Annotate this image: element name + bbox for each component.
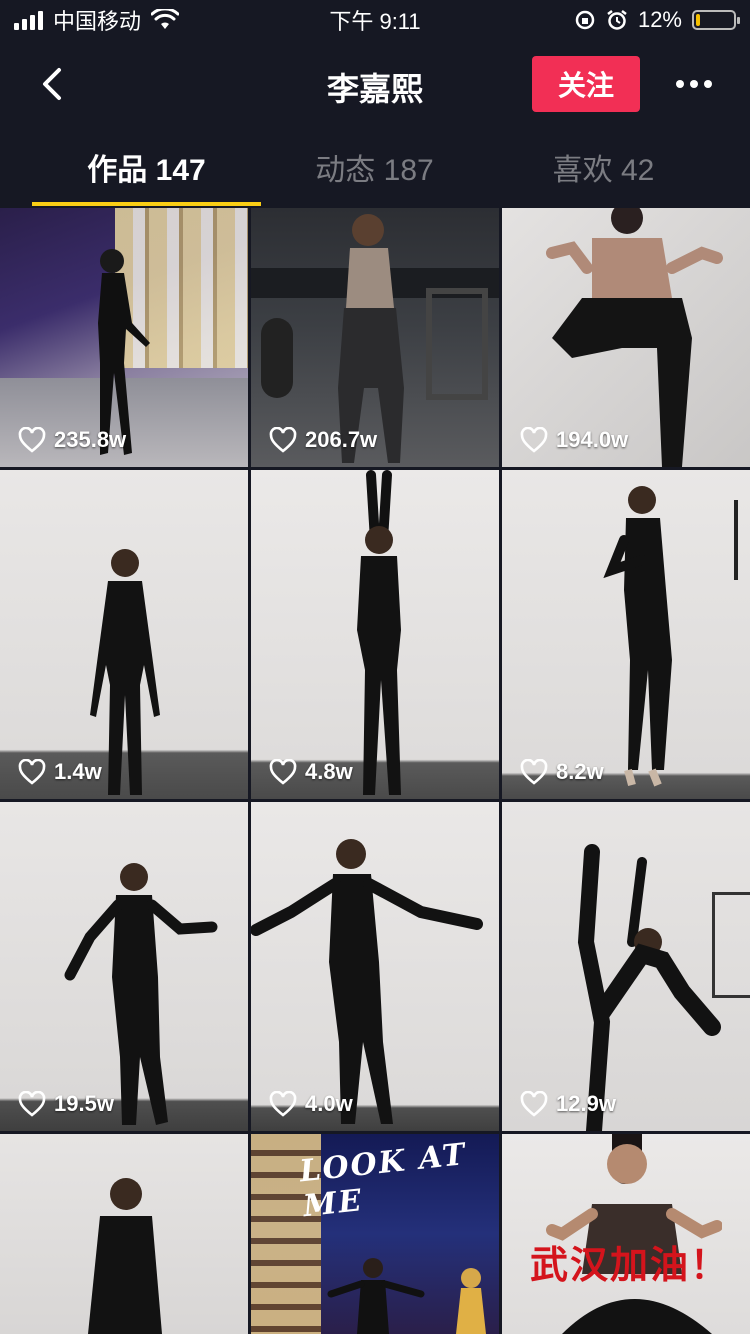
- heart-icon: [520, 759, 548, 785]
- tab-label: 喜欢 42: [552, 154, 655, 187]
- tab-likes[interactable]: 喜欢 42: [489, 128, 718, 206]
- heart-icon: [520, 427, 548, 453]
- like-count: 8.2w: [520, 759, 604, 785]
- like-count-text: 4.8w: [305, 759, 353, 784]
- heart-icon: [520, 1091, 548, 1117]
- tab-label: 作品 147: [87, 154, 206, 187]
- heart-icon: [18, 427, 46, 453]
- heart-icon: [18, 1091, 46, 1117]
- video-thumbnail[interactable]: 武汉加油！: [502, 1134, 750, 1334]
- like-count-text: 194.0w: [556, 427, 629, 452]
- carrier-label: 中国移动: [53, 9, 142, 34]
- follow-button[interactable]: 关注: [532, 56, 640, 112]
- video-thumbnail[interactable]: 8.2w: [502, 470, 750, 799]
- dancer-figure: [90, 549, 160, 795]
- chevron-left-icon: [43, 68, 61, 100]
- like-count: 4.8w: [269, 759, 353, 785]
- heart-icon: [269, 759, 297, 785]
- more-dot-icon: [704, 80, 712, 88]
- status-right: 12%: [574, 7, 740, 33]
- wifi-icon: [151, 9, 180, 29]
- tab-indicator: [32, 202, 261, 206]
- like-count-text: 1.4w: [54, 759, 102, 784]
- like-count: 19.5w: [18, 1091, 114, 1117]
- profile-tabs: 作品 147 动态 187 喜欢 42: [0, 128, 750, 208]
- like-count-text: 19.5w: [54, 1091, 114, 1116]
- like-count-text: 235.8w: [54, 427, 127, 452]
- more-button[interactable]: [668, 62, 720, 106]
- more-dot-icon: [676, 80, 684, 88]
- like-count: 194.0w: [520, 427, 628, 453]
- dancer-figure: [327, 1258, 486, 1334]
- video-thumbnail[interactable]: 194.0w: [502, 208, 750, 467]
- battery-icon: [692, 10, 740, 30]
- like-count: 206.7w: [269, 427, 377, 453]
- like-count: 235.8w: [18, 427, 126, 453]
- video-thumbnail[interactable]: [0, 1134, 248, 1334]
- tab-works[interactable]: 作品 147: [32, 128, 261, 206]
- more-dot-icon: [690, 80, 698, 88]
- nav-bar: 李嘉熙 关注: [0, 40, 750, 128]
- dancer-figure: [251, 839, 483, 1124]
- status-left: 中国移动: [14, 4, 180, 36]
- tab-label: 动态 187: [315, 154, 434, 187]
- heart-icon: [269, 1091, 297, 1117]
- app: 中国移动 下午 9:11 12% 李嘉熙 关注 作品 147 动态 187 喜欢…: [0, 0, 750, 1334]
- signal-icon: [14, 10, 43, 30]
- heart-icon: [269, 427, 297, 453]
- like-count-text: 206.7w: [305, 427, 378, 452]
- like-count-text: 12.9w: [556, 1091, 616, 1116]
- orientation-lock-icon: [575, 10, 595, 30]
- video-grid: 235.8w 206.7w 194.0w 1.4w 4.8w 8.2w 19.5…: [0, 208, 750, 1334]
- battery-percent: 12%: [637, 7, 682, 32]
- like-count: 12.9w: [520, 1091, 616, 1117]
- video-thumbnail[interactable]: 206.7w: [251, 208, 499, 467]
- video-thumbnail[interactable]: 4.0w: [251, 802, 499, 1131]
- video-thumbnail[interactable]: 12.9w: [502, 802, 750, 1131]
- heart-icon: [18, 759, 46, 785]
- video-thumbnail[interactable]: LOOK AT ME: [251, 1134, 499, 1334]
- tab-activity[interactable]: 动态 187: [260, 128, 489, 206]
- dancer-figure: [88, 1178, 162, 1334]
- dancer-figure: [603, 486, 672, 787]
- like-count: 1.4w: [18, 759, 102, 785]
- video-thumbnail[interactable]: 19.5w: [0, 802, 248, 1131]
- status-bar: 中国移动 下午 9:11 12%: [0, 0, 750, 40]
- dancer-figure: [577, 844, 721, 1131]
- dancer-figure: [357, 470, 401, 795]
- like-count: 4.0w: [269, 1091, 353, 1117]
- video-overlay-text: 武汉加油！: [530, 1242, 731, 1287]
- like-count-text: 8.2w: [556, 759, 604, 784]
- battery-level: [696, 14, 700, 26]
- like-count-text: 4.0w: [305, 1091, 353, 1116]
- video-thumbnail[interactable]: 4.8w: [251, 470, 499, 799]
- alarm-icon: [607, 10, 627, 30]
- back-button[interactable]: [30, 62, 74, 106]
- dancer-figure: [64, 863, 218, 1125]
- video-thumbnail[interactable]: 1.4w: [0, 470, 248, 799]
- video-thumbnail[interactable]: 235.8w: [0, 208, 248, 467]
